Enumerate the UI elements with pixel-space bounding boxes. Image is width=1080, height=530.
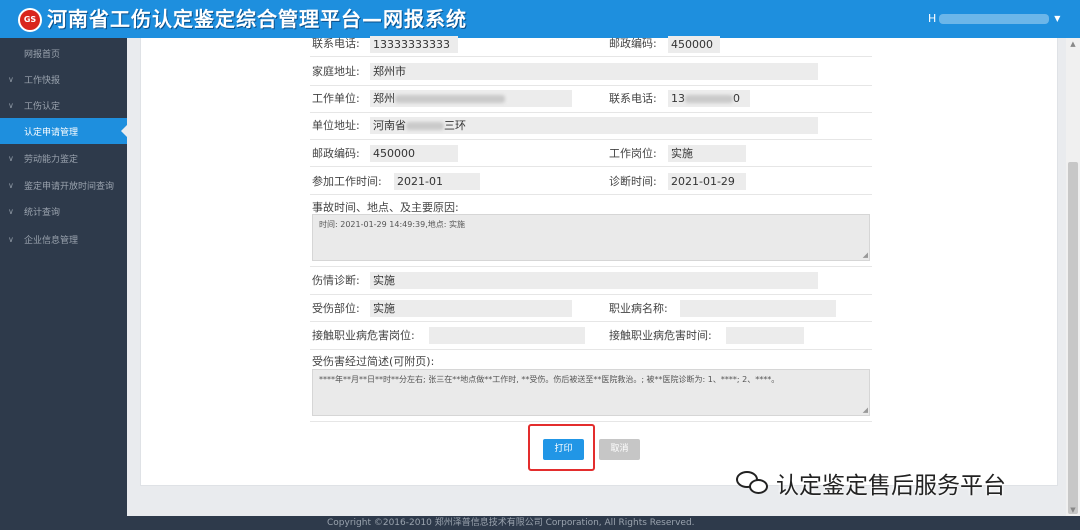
- accident-text: 时间: 2021-01-29 14:49:39,地点: 实施: [319, 220, 465, 229]
- footer: Copyright ©2016-2010 郑州泽普信息技术有限公司 Corpor…: [127, 516, 1080, 530]
- diagnosis-date-label: 诊断时间:: [609, 175, 657, 188]
- row-divider: [310, 294, 872, 295]
- copyright-text: Copyright ©2016-2010 郑州泽普信息技术有限公司 Corpor…: [327, 518, 695, 528]
- employer-phone-prefix: 13: [671, 92, 685, 105]
- resize-grip-icon[interactable]: ◢: [863, 407, 868, 414]
- page-scrollbar[interactable]: ▲ ▼: [1066, 38, 1080, 516]
- employer-address-suffix: 三环: [444, 119, 466, 132]
- sidebar-item-injury-recognition[interactable]: ∨ 工伤认定: [0, 92, 127, 118]
- hazard-time-label: 接触职业病危害时间:: [609, 329, 712, 342]
- scroll-down-icon[interactable]: ▼: [1066, 504, 1080, 516]
- chevron-down-icon: ∨: [8, 74, 14, 84]
- employer-phone-field[interactable]: 13 0: [668, 90, 750, 107]
- row-divider: [310, 56, 872, 57]
- user-name-redacted: [939, 13, 1050, 24]
- work-start-label: 参加工作时间:: [312, 175, 382, 188]
- postal-code-field[interactable]: 450000: [668, 36, 720, 53]
- employer-phone-suffix: 0: [733, 92, 740, 105]
- injury-summary-label: 受伤害经过简述(可附页):: [312, 355, 435, 368]
- wechat-icon: [736, 469, 772, 497]
- chevron-down-icon: ∨: [8, 153, 14, 163]
- caret-down-icon: ▼: [1054, 14, 1061, 23]
- sidebar-item-home[interactable]: 网报首页: [0, 40, 127, 66]
- chevron-down-icon: ∨: [8, 100, 14, 110]
- redacted-text: [406, 122, 444, 130]
- print-button[interactable]: 打印: [543, 439, 584, 460]
- watermark-text: 认定鉴定售后服务平台: [776, 473, 1006, 499]
- sidebar-item-work-bulletin[interactable]: ∨ 工作快报: [0, 66, 127, 92]
- user-name: H: [928, 12, 937, 25]
- postal-code-label: 邮政编码:: [609, 37, 657, 50]
- form-panel: [140, 38, 1058, 486]
- contact-phone-field[interactable]: 13333333333: [370, 36, 458, 53]
- scrollbar-thumb[interactable]: [1068, 162, 1078, 514]
- employer-label: 工作单位:: [312, 92, 360, 105]
- diagnosis-date-field[interactable]: 2021-01-29: [668, 173, 746, 190]
- accident-label: 事故时间、地点、及主要原因:: [312, 201, 459, 214]
- injury-summary-textarea[interactable]: ****年**月**日**时**分左右; 张三在**地点做**工作时, **受伤…: [312, 369, 870, 416]
- watermark: 认定鉴定售后服务平台: [736, 466, 1006, 500]
- employer-postal-field[interactable]: 450000: [370, 145, 458, 162]
- row-divider: [310, 112, 872, 113]
- row-divider: [310, 349, 872, 350]
- row-divider: [310, 139, 872, 140]
- sidebar: 网报首页 ∨ 工作快报 ∨ 工伤认定 认定申请管理 ∨ 劳动能力鉴定 ∨ 鉴定申…: [0, 38, 127, 530]
- user-menu[interactable]: H ▼: [928, 12, 1060, 25]
- job-position-label: 工作岗位:: [609, 147, 657, 160]
- app-title: 河南省工伤认定鉴定综合管理平台—网报系统: [47, 7, 467, 31]
- row-divider: [310, 266, 872, 267]
- hazard-position-label: 接触职业病危害岗位:: [312, 329, 415, 342]
- row-divider: [310, 166, 872, 167]
- redacted-text: [395, 95, 505, 103]
- sidebar-item-enterprise-info[interactable]: ∨ 企业信息管理: [0, 226, 127, 252]
- row-divider: [310, 194, 872, 195]
- home-address-field[interactable]: 郑州市: [370, 63, 818, 80]
- injury-diagnosis-field[interactable]: 实施: [370, 272, 818, 289]
- logo-icon: GS: [18, 8, 42, 32]
- work-start-field[interactable]: 2021-01: [394, 173, 480, 190]
- injury-diagnosis-label: 伤情诊断:: [312, 274, 360, 287]
- redacted-text: [685, 95, 733, 103]
- chevron-down-icon: ∨: [8, 206, 14, 216]
- cancel-button[interactable]: 取消: [599, 439, 640, 460]
- sidebar-item-application-management[interactable]: 认定申请管理: [0, 118, 127, 144]
- sidebar-item-capacity-assessment[interactable]: ∨ 劳动能力鉴定: [0, 145, 127, 171]
- employer-address-field[interactable]: 河南省 三环: [370, 117, 818, 134]
- employer-address-label: 单位地址:: [312, 119, 360, 132]
- resize-grip-icon[interactable]: ◢: [863, 252, 868, 259]
- injury-summary-text: ****年**月**日**时**分左右; 张三在**地点做**工作时, **受伤…: [319, 375, 780, 384]
- scroll-up-icon[interactable]: ▲: [1066, 38, 1080, 50]
- injured-part-field[interactable]: 实施: [370, 300, 572, 317]
- employer-address-prefix: 河南省: [373, 119, 406, 132]
- contact-phone-label: 联系电话:: [312, 37, 360, 50]
- row-divider: [310, 85, 872, 86]
- sidebar-item-open-time-query[interactable]: ∨ 鉴定申请开放时间查询: [0, 172, 127, 198]
- row-divider: [310, 421, 872, 422]
- hazard-position-field[interactable]: [429, 327, 585, 344]
- injured-part-label: 受伤部位:: [312, 302, 360, 315]
- occupational-disease-field[interactable]: [680, 300, 836, 317]
- chevron-down-icon: ∨: [8, 180, 14, 190]
- accident-textarea[interactable]: 时间: 2021-01-29 14:49:39,地点: 实施 ◢: [312, 214, 870, 261]
- hazard-time-field[interactable]: [726, 327, 804, 344]
- app-header: GS 河南省工伤认定鉴定综合管理平台—网报系统 H ▼: [0, 0, 1080, 38]
- job-position-field[interactable]: 实施: [668, 145, 746, 162]
- employer-value: 郑州: [373, 92, 395, 105]
- row-divider: [310, 321, 872, 322]
- chevron-down-icon: ∨: [8, 234, 14, 244]
- occupational-disease-label: 职业病名称:: [609, 302, 668, 315]
- home-address-label: 家庭地址:: [312, 65, 360, 78]
- sidebar-item-statistics[interactable]: ∨ 统计查询: [0, 198, 127, 224]
- employer-phone-label: 联系电话:: [609, 92, 657, 105]
- employer-field[interactable]: 郑州: [370, 90, 572, 107]
- employer-postal-label: 邮政编码:: [312, 147, 360, 160]
